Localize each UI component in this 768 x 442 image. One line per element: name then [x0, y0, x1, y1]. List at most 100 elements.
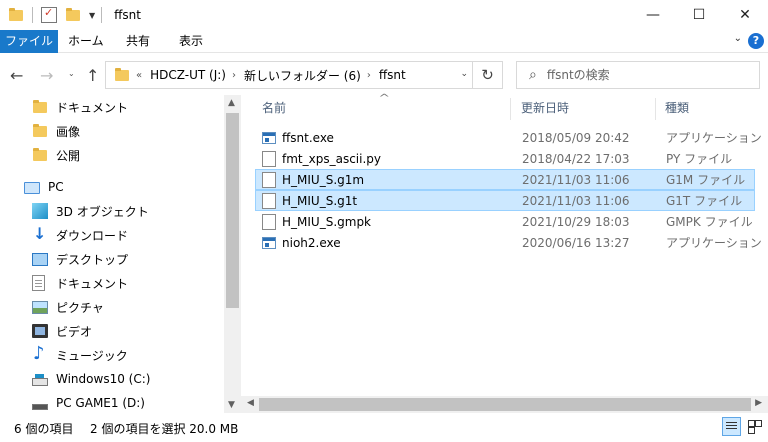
- sidebar-item-3d-objects[interactable]: 3D オブジェクト: [0, 199, 224, 223]
- up-button[interactable]: ↑: [86, 66, 99, 85]
- breadcrumb-folder[interactable]: 新しいフォルダー (6): [244, 67, 361, 84]
- chevron-right-icon[interactable]: ›: [367, 70, 371, 81]
- toolbar-divider: [101, 7, 103, 23]
- column-header-name[interactable]: 名前: [262, 95, 286, 121]
- file-type: GMPK ファイル: [666, 215, 753, 229]
- customize-toolbar-icon[interactable]: ▼: [89, 11, 95, 20]
- sidebar-item-videos[interactable]: ビデオ: [0, 319, 224, 343]
- folder-icon: [32, 99, 48, 115]
- sidebar-item-label: ビデオ: [56, 324, 93, 339]
- search-box[interactable]: ⌕: [516, 61, 760, 89]
- scrollbar-thumb[interactable]: [259, 398, 751, 411]
- minimize-button[interactable]: —: [630, 0, 676, 30]
- application-icon: [262, 237, 276, 249]
- recent-locations-button[interactable]: ⌄: [68, 69, 75, 78]
- file-row[interactable]: ffsnt.exe 2018/05/09 20:42 アプリケーション: [255, 127, 762, 148]
- sidebar-item-music[interactable]: ミュージック: [0, 343, 224, 367]
- sidebar-item-images[interactable]: 画像: [0, 119, 224, 143]
- file-name: H_MIU_S.gmpk: [282, 214, 372, 229]
- tab-file[interactable]: ファイル: [0, 30, 58, 53]
- maximize-button[interactable]: ☐: [676, 0, 722, 30]
- back-button[interactable]: ←: [10, 66, 23, 85]
- sidebar-item-documents-quick[interactable]: ドキュメント: [0, 95, 224, 119]
- file-row[interactable]: nioh2.exe 2020/06/16 13:27 アプリケーション: [255, 232, 762, 253]
- sidebar-item-public[interactable]: 公開: [0, 143, 224, 167]
- window-title: ffsnt: [114, 8, 141, 22]
- chevron-down-icon[interactable]: ⌄: [460, 69, 468, 79]
- folder-icon[interactable]: [8, 7, 24, 23]
- navigation-pane-scrollbar[interactable]: ▲ ▼: [224, 95, 241, 413]
- navigation-bar: ← → ⌄ ↑ « HDCZ-UT (J:) › 新しいフォルダー (6) › …: [0, 53, 768, 95]
- music-icon: [32, 343, 48, 364]
- sidebar-item-label: ダウンロード: [56, 228, 129, 243]
- window-controls: — ☐ ✕: [630, 0, 768, 30]
- sidebar-item-pictures[interactable]: ピクチャ: [0, 295, 224, 319]
- file-name: fmt_xps_ascii.py: [282, 151, 381, 166]
- details-view-icon[interactable]: [722, 417, 741, 436]
- scroll-up-icon[interactable]: ▲: [228, 98, 235, 108]
- sidebar-item-label: ドキュメント: [56, 276, 129, 291]
- file-name: H_MIU_S.g1m: [282, 172, 365, 187]
- folder-icon: [32, 147, 48, 163]
- sidebar-item-label: PC GAME1 (D:): [56, 396, 145, 410]
- videos-icon: [32, 324, 48, 338]
- file-row-selected[interactable]: H_MIU_S.g1t 2021/11/03 11:06 G1T ファイル: [255, 190, 755, 211]
- file-date: 2018/05/09 20:42: [522, 130, 630, 145]
- properties-icon[interactable]: [41, 6, 57, 23]
- scrollbar-thumb[interactable]: [226, 113, 239, 308]
- sidebar-item-label: PC: [48, 180, 64, 194]
- expand-ribbon-icon[interactable]: ⌄: [734, 33, 742, 44]
- tab-view[interactable]: 表示: [179, 30, 203, 53]
- column-divider[interactable]: [510, 98, 511, 120]
- computer-icon: [24, 182, 40, 194]
- tab-share[interactable]: 共有: [126, 30, 150, 53]
- close-button[interactable]: ✕: [722, 0, 768, 30]
- file-name: H_MIU_S.g1t: [282, 193, 358, 208]
- sidebar-item-label: 画像: [56, 124, 81, 139]
- sidebar-item-drive-d[interactable]: PC GAME1 (D:): [0, 391, 224, 413]
- file-type: G1M ファイル: [666, 173, 746, 187]
- sidebar-item-drive-c[interactable]: Windows10 (C:): [0, 367, 224, 391]
- forward-button[interactable]: →: [40, 66, 53, 85]
- navigation-pane: ドキュメント 画像 公開 PC 3D オブジェクト ダウンロード デスクトップ …: [0, 95, 224, 413]
- breadcrumb-drive[interactable]: HDCZ-UT (J:): [150, 68, 226, 82]
- address-bar[interactable]: « HDCZ-UT (J:) › 新しいフォルダー (6) › ffsnt ⌄: [105, 61, 473, 89]
- 3d-objects-icon: [32, 203, 48, 219]
- sidebar-item-desktop[interactable]: デスクトップ: [0, 247, 224, 271]
- file-row[interactable]: fmt_xps_ascii.py 2018/04/22 17:03 PY ファイ…: [255, 148, 755, 169]
- sidebar-item-label: ピクチャ: [56, 300, 104, 315]
- column-header-type[interactable]: 種類: [665, 95, 689, 121]
- search-input[interactable]: [546, 68, 727, 82]
- help-icon[interactable]: ?: [748, 33, 764, 49]
- column-header-date[interactable]: 更新日時: [521, 95, 569, 121]
- sidebar-item-downloads[interactable]: ダウンロード: [0, 223, 224, 247]
- file-type: アプリケーション: [666, 236, 762, 250]
- sort-ascending-icon: ^: [378, 93, 391, 104]
- new-folder-icon[interactable]: [65, 7, 81, 23]
- file-type: G1T ファイル: [666, 194, 743, 208]
- chevron-right-icon[interactable]: ›: [232, 70, 236, 81]
- column-divider[interactable]: [655, 98, 656, 120]
- file-icon: [262, 150, 276, 167]
- file-row-selected[interactable]: H_MIU_S.g1m 2021/11/03 11:06 G1M ファイル: [255, 169, 755, 190]
- drive-icon: [32, 404, 48, 410]
- sidebar-item-pc[interactable]: PC: [0, 175, 224, 199]
- breadcrumb-current[interactable]: ffsnt: [379, 68, 406, 82]
- system-drive-icon: [32, 374, 48, 386]
- pictures-icon: [32, 300, 48, 314]
- sidebar-item-label: ミュージック: [56, 348, 128, 363]
- status-bar: 6 個の項目 2 個の項目を選択 20.0 MB: [0, 413, 768, 442]
- title-bar: ▼ ffsnt — ☐ ✕: [0, 0, 768, 30]
- file-type: PY ファイル: [666, 152, 733, 166]
- breadcrumb-overflow[interactable]: «: [136, 70, 142, 81]
- sidebar-item-documents[interactable]: ドキュメント: [0, 271, 224, 295]
- horizontal-scrollbar[interactable]: ◀ ▶: [241, 396, 768, 413]
- scroll-down-icon[interactable]: ▼: [228, 400, 235, 410]
- scroll-right-icon[interactable]: ▶: [755, 398, 762, 408]
- scroll-left-icon[interactable]: ◀: [247, 398, 254, 408]
- toolbar-divider: [32, 7, 33, 23]
- file-row[interactable]: H_MIU_S.gmpk 2021/10/29 18:03 GMPK ファイル: [255, 211, 755, 232]
- tab-home[interactable]: ホーム: [68, 30, 104, 53]
- large-icons-view-icon[interactable]: [745, 417, 764, 436]
- refresh-button[interactable]: ↻: [473, 61, 503, 89]
